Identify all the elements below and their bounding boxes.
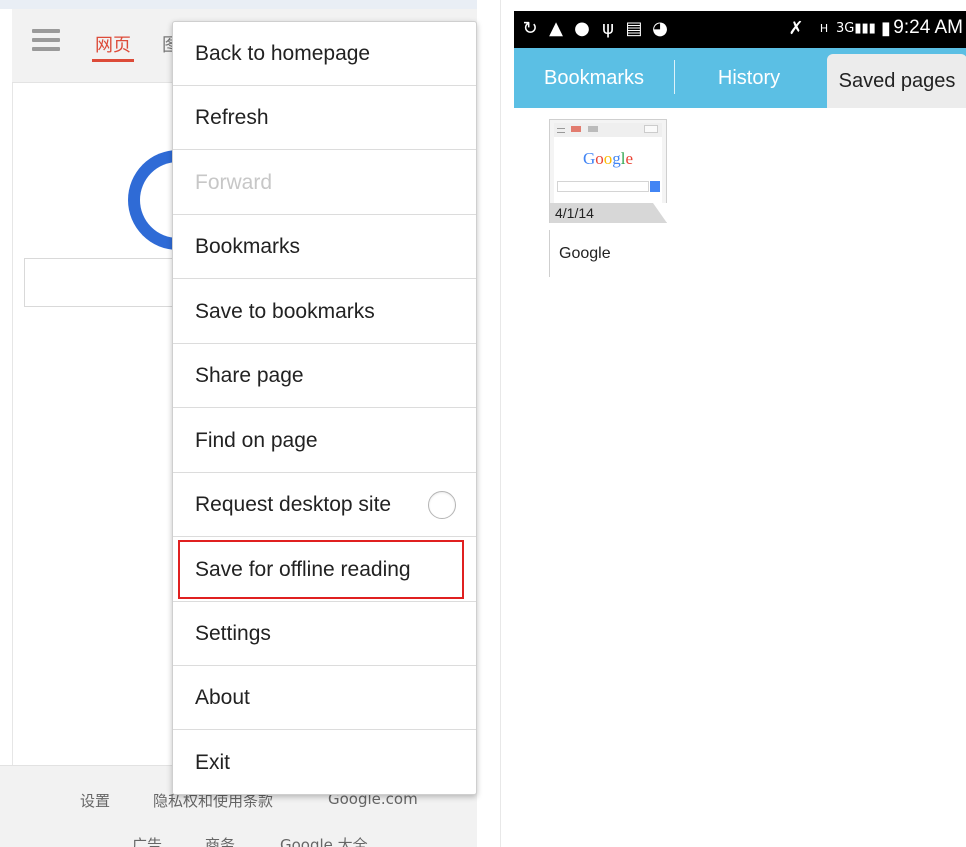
app-icon: ● [574, 18, 590, 39]
usb-icon: ψ [602, 18, 614, 39]
menu-request-desktop-site[interactable]: Request desktop site [173, 473, 476, 537]
thumb-search-box [557, 181, 649, 192]
tab-bar: Bookmarks History Saved pages [514, 48, 966, 108]
menu-refresh[interactable]: Refresh [173, 86, 476, 150]
footer-link-business[interactable]: 商务 [205, 834, 235, 847]
footer-link-settings[interactable]: 设置 [80, 790, 110, 811]
tab-bookmarks[interactable]: Bookmarks [514, 48, 674, 108]
page-border [12, 83, 13, 765]
tab-history[interactable]: History [674, 48, 824, 108]
saved-page-thumbnail[interactable]: Google 4/1/14 [549, 119, 667, 223]
menu-bookmarks[interactable]: Bookmarks [173, 215, 476, 279]
signal-icon: 3G▮▮▮ [836, 21, 876, 36]
footer-link-all[interactable]: Google 大全 [280, 834, 368, 847]
tab-web[interactable]: 网页 [95, 31, 131, 57]
label-divider [549, 230, 550, 277]
highlight-box [178, 540, 464, 599]
menu-forward: Forward [173, 151, 476, 215]
thumb-search-icon [650, 181, 660, 192]
overflow-menu: Back to homepage Refresh Forward Bookmar… [172, 21, 477, 795]
menu-save-to-bookmarks[interactable]: Save to bookmarks [173, 280, 476, 344]
status-time: 9:24 AM [893, 17, 963, 38]
saved-page-date: 4/1/14 [555, 205, 594, 221]
menu-back-to-homepage[interactable]: Back to homepage [173, 22, 476, 86]
mute-icon: ✗ [788, 18, 804, 39]
menu-settings[interactable]: Settings [173, 602, 476, 666]
thumb-google-logo: Google [582, 149, 634, 168]
network-type: 3G [836, 21, 855, 36]
tab-saved-pages[interactable]: Saved pages [827, 54, 966, 108]
clipboard-icon: ▤ [625, 18, 643, 39]
menu-share-page[interactable]: Share page [173, 344, 476, 408]
thumb-menu-icon [557, 128, 565, 133]
desktop-site-radio[interactable] [428, 491, 456, 519]
warning-icon: ▲ [549, 18, 563, 39]
footer-link-ads[interactable]: 广告 [132, 834, 162, 847]
sync-icon: ↻ [522, 18, 538, 39]
android-icon: ◕ [652, 18, 668, 39]
top-edge [0, 0, 477, 9]
hplus-icon: H [819, 22, 829, 35]
tab-web-underline [92, 59, 134, 62]
status-bar: ↻ ▲ ● ψ ▤ ◕ ✗ H 3G▮▮▮ ▮ 9:24 AM [514, 11, 966, 48]
hamburger-menu-icon[interactable] [32, 29, 60, 51]
menu-request-desktop-site-label: Request desktop site [195, 492, 392, 516]
saved-page-title[interactable]: Google [559, 245, 611, 263]
menu-about[interactable]: About [173, 666, 476, 730]
thumbnail-preview: Google [554, 123, 662, 203]
menu-exit[interactable]: Exit [173, 731, 476, 795]
menu-find-on-page[interactable]: Find on page [173, 409, 476, 473]
corner-fold [653, 203, 667, 223]
saved-pages-screen: ↻ ▲ ● ψ ▤ ◕ ✗ H 3G▮▮▮ ▮ 9:24 AM Bookmark… [500, 0, 966, 847]
